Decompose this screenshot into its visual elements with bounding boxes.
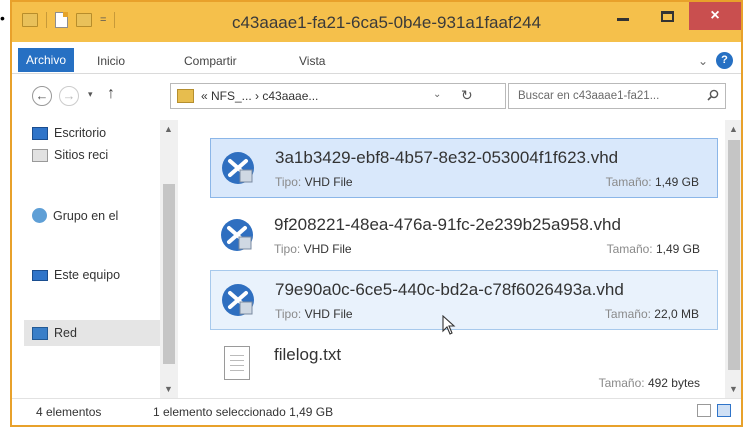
search-input[interactable]: Buscar en c43aaae1-fa21... (508, 83, 726, 109)
forward-button[interactable]: → (59, 86, 79, 106)
tab-archivo[interactable]: Archivo (18, 48, 75, 72)
expand-ribbon-button[interactable]: ⌄ (698, 54, 708, 68)
nav-item-label: Grupo en el (53, 208, 119, 223)
tab-inicio[interactable]: Inicio (97, 54, 125, 68)
window-controls: × (601, 2, 741, 30)
up-button[interactable]: ↑ (107, 85, 115, 103)
scroll-down-icon[interactable]: ▼ (164, 384, 173, 394)
tab-compartir[interactable]: Compartir (184, 54, 237, 68)
file-item[interactable]: 9f208221-48ea-476a-91fc-2e239b25a958.vhd… (210, 206, 718, 266)
file-size: Tamaño: 22,0 MB (604, 307, 699, 321)
mouse-pointer-icon (442, 315, 456, 335)
nav-pane-scrollbar[interactable]: ▲ ▼ (160, 120, 178, 398)
ribbon-controls: ⌄ ? (698, 52, 733, 69)
tiles-view-icon[interactable] (717, 404, 731, 417)
title-bar: = c43aaae1-fa21-6ca5-0b4e-931a1faaf244 × (12, 2, 741, 42)
folder-icon (177, 89, 194, 103)
vhd-file-icon (221, 219, 253, 251)
file-size: Tamaño: 1,49 GB (606, 242, 700, 256)
search-icon[interactable] (707, 89, 719, 101)
file-list-scrollbar[interactable]: ▲ ▼ (725, 120, 741, 398)
this-pc-icon (32, 269, 48, 281)
file-type: Tipo: VHD File (275, 175, 353, 189)
nav-item-red[interactable]: Red (24, 320, 164, 346)
homegroup-icon (32, 208, 47, 223)
nav-item-este-equipo[interactable]: Este equipo (32, 268, 120, 282)
search-placeholder: Buscar en c43aaae1-fa21... (518, 90, 660, 102)
recent-places-icon (32, 148, 48, 162)
nav-item-label: Escritorio (54, 126, 107, 140)
refresh-button[interactable]: ↻ (461, 87, 473, 104)
text-file-icon (224, 346, 250, 380)
file-item[interactable]: 3a1b3429-ebf8-4b57-8e32-053004f1f623.vhd… (210, 138, 718, 198)
selection-info: 1 elemento seleccionado 1,49 GB (153, 405, 334, 419)
help-icon[interactable]: ? (716, 52, 733, 69)
back-button[interactable]: ← (32, 86, 52, 106)
address-bar[interactable]: « NFS_... › c43aaae... ⌄ ↻ (170, 83, 506, 109)
address-path[interactable]: « NFS_... › c43aaae... (201, 89, 318, 103)
ribbon-tabs: Archivo Inicio Compartir Vista ⌄ ? (12, 42, 741, 74)
file-name: 3a1b3429-ebf8-4b57-8e32-053004f1f623.vhd (275, 148, 619, 167)
nav-item-label: Sitios reci (54, 148, 109, 162)
file-list: 3a1b3429-ebf8-4b57-8e32-053004f1f623.vhd… (182, 120, 741, 398)
file-item[interactable]: filelog.txt Tamaño: 492 bytes (210, 336, 718, 396)
minimize-icon (617, 17, 629, 21)
nav-item-escritorio[interactable]: Escritorio (32, 126, 106, 140)
close-icon: × (710, 7, 720, 24)
address-row: ← → ▾ ↑ « NFS_... › c43aaae... ⌄ ↻ Busca… (12, 75, 741, 119)
file-name: 79e90a0c-6ce5-440c-bd2a-c78f6026493a.vhd (275, 280, 624, 299)
address-dropdown-button[interactable]: ⌄ (433, 89, 441, 100)
file-size: Tamaño: 492 bytes (598, 376, 700, 390)
file-item[interactable]: 79e90a0c-6ce5-440c-bd2a-c78f6026493a.vhd… (210, 270, 718, 330)
desktop-icon (32, 126, 48, 140)
list-bullet: • (0, 10, 5, 26)
maximize-button[interactable] (645, 2, 689, 30)
recent-locations-button[interactable]: ▾ (88, 89, 93, 100)
nav-item-grupo-en-el-hogar[interactable]: Grupo en el (32, 208, 118, 223)
nav-item-label: Este equipo (54, 268, 121, 282)
scrollbar-thumb[interactable] (728, 140, 740, 370)
close-button[interactable]: × (689, 2, 741, 30)
file-type: Tipo: VHD File (274, 242, 352, 256)
view-switcher (697, 404, 731, 417)
minimize-button[interactable] (601, 2, 645, 30)
scroll-up-icon[interactable]: ▲ (164, 124, 173, 134)
navigation-pane: Escritorio Sitios reci Grupo en el Este … (12, 120, 180, 398)
file-name: 9f208221-48ea-476a-91fc-2e239b25a958.vhd (274, 215, 621, 234)
file-size: Tamaño: 1,49 GB (605, 175, 699, 189)
scroll-down-icon[interactable]: ▼ (729, 384, 738, 394)
item-count: 4 elementos (36, 405, 102, 419)
explorer-window: = c43aaae1-fa21-6ca5-0b4e-931a1faaf244 ×… (10, 0, 743, 427)
vhd-file-icon (222, 284, 254, 316)
nav-item-label: Red (54, 326, 77, 340)
scroll-up-icon[interactable]: ▲ (729, 124, 738, 134)
maximize-icon (660, 10, 674, 22)
file-name: filelog.txt (274, 345, 342, 364)
status-bar: 4 elementos 1 elemento seleccionado 1,49… (12, 398, 741, 425)
details-view-icon[interactable] (697, 404, 711, 417)
network-icon (32, 326, 48, 340)
scrollbar-thumb[interactable] (163, 184, 175, 364)
file-type: Tipo: VHD File (275, 307, 353, 321)
tab-vista[interactable]: Vista (299, 54, 325, 68)
nav-item-sitios-recientes[interactable]: Sitios reci (32, 148, 108, 162)
vhd-file-icon (222, 152, 254, 184)
